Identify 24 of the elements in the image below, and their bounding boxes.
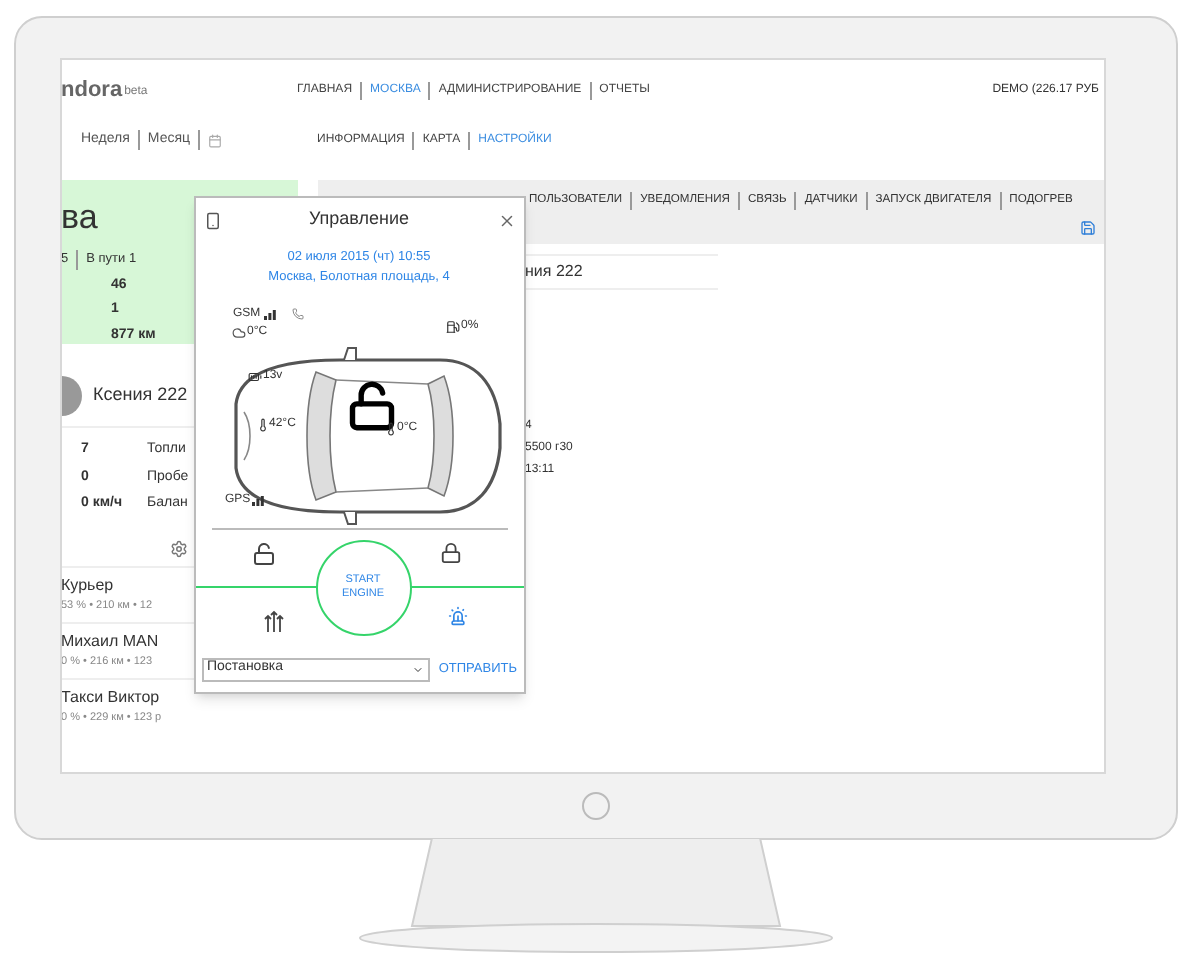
unlock-button[interactable] <box>251 541 275 565</box>
settings-icon[interactable] <box>169 539 187 557</box>
weather-icon <box>231 325 245 339</box>
phone-icon <box>203 211 221 229</box>
antenna-icon[interactable] <box>263 609 283 631</box>
fuel-icon <box>445 319 459 333</box>
vehicle-title: Курьер <box>61 573 114 598</box>
siren-icon[interactable] <box>447 605 467 625</box>
vehicle-name: Ксения 222 <box>93 381 188 408</box>
vehicle-title: Михаил MAN <box>61 629 159 654</box>
vehicle-title: Такси Виктор <box>61 685 160 710</box>
dialog-title: Управление <box>306 206 412 233</box>
logo: ndora <box>61 79 123 101</box>
lock-button[interactable] <box>439 541 461 563</box>
call-icon <box>292 308 305 320</box>
battery-icon <box>247 369 261 383</box>
thermometer-icon <box>383 421 397 435</box>
signal-icon <box>264 309 277 319</box>
dropdown-icon <box>411 663 423 675</box>
thermometer-icon <box>255 417 269 431</box>
close-icon[interactable] <box>497 211 515 229</box>
save-icon[interactable] <box>1079 219 1095 236</box>
signal-icon <box>252 495 265 505</box>
summary-title: ва <box>61 200 98 234</box>
